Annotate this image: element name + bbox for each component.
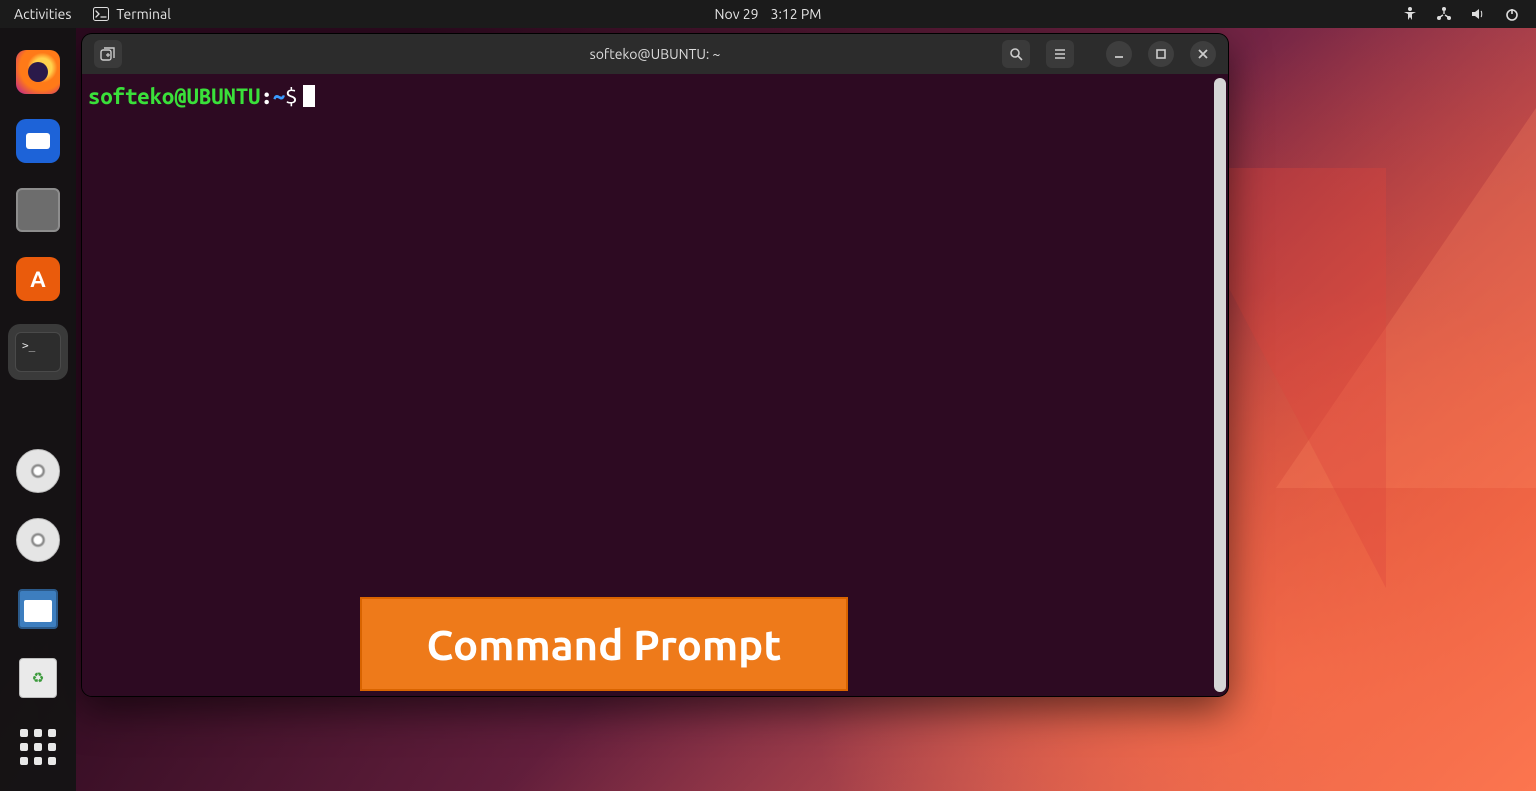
volume-icon[interactable] [1470,6,1486,22]
terminal-app-icon [93,7,109,21]
panel-time: 3:12 PM [771,6,822,22]
dock-save[interactable] [12,584,64,633]
activities-button[interactable]: Activities [14,6,71,22]
thunderbird-icon [16,119,60,163]
disc-icon [16,449,60,493]
prompt-at: @ [174,84,186,109]
close-button[interactable] [1190,41,1216,67]
terminal-scrollbar[interactable] [1214,78,1226,692]
ubuntu-dock: A >_ [0,28,76,791]
panel-date: Nov 29 [715,6,759,22]
annotation-callout: Command Prompt [360,597,848,691]
prompt-colon: : [261,84,273,109]
prompt-user: softeko [88,84,174,109]
clock[interactable]: Nov 29 3:12 PM [715,6,822,22]
terminal-titlebar[interactable]: softeko@UBUNTU: ~ [82,34,1228,74]
trash-icon [19,658,57,698]
network-icon[interactable] [1436,6,1452,22]
save-icon [18,589,58,629]
focused-app-name: Terminal [116,6,171,22]
focused-app-indicator[interactable]: Terminal [93,6,171,22]
menu-button[interactable] [1046,40,1074,68]
power-icon[interactable] [1504,6,1520,22]
dock-software[interactable]: A [12,255,64,304]
new-tab-button[interactable] [94,40,122,68]
dock-thunderbird[interactable] [12,117,64,166]
shell-prompt: softeko@UBUNTU:~$ [88,82,1222,113]
dock-terminal[interactable]: >_ [8,324,68,380]
search-button[interactable] [1002,40,1030,68]
software-icon: A [16,257,60,301]
accessibility-icon[interactable] [1402,6,1418,22]
disc-icon [16,518,60,562]
dock-disc-1[interactable] [12,446,64,495]
firefox-icon [16,50,60,94]
terminal-icon: >_ [15,332,61,372]
dock-files[interactable] [12,186,64,235]
files-icon [16,188,60,232]
gnome-top-panel: Activities Terminal Nov 29 3:12 PM [0,0,1536,28]
prompt-host: UBUNTU [187,84,261,109]
dock-firefox[interactable] [12,48,64,97]
maximize-button[interactable] [1148,41,1174,67]
cursor [303,85,315,107]
prompt-path: ~ [273,84,285,109]
minimize-button[interactable] [1106,41,1132,67]
annotation-text: Command Prompt [427,621,782,668]
dock-show-applications[interactable] [12,722,64,771]
prompt-symbol: $ [285,84,297,109]
apps-grid-icon [20,729,56,765]
window-title: softeko@UBUNTU: ~ [590,46,721,62]
dock-disc-2[interactable] [12,515,64,564]
dock-trash[interactable] [12,653,64,702]
